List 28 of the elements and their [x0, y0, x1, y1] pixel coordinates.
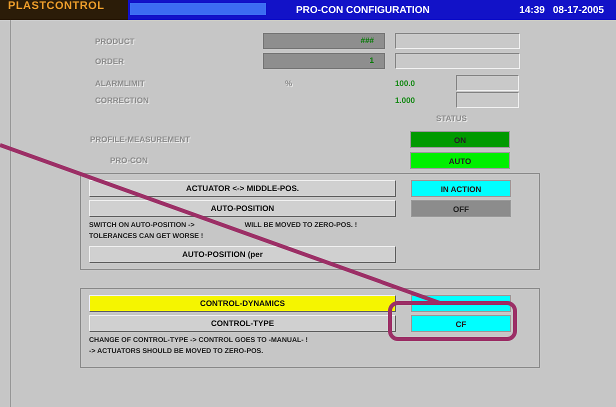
action-button[interactable]: AUTO-POSITION: [89, 200, 396, 217]
action-button[interactable]: CONTROL-DYNAMICS: [89, 295, 396, 312]
parameter-value: 1.000: [394, 96, 415, 104]
status-indicator: OFF: [411, 200, 511, 217]
date-text: 08-17-2005: [552, 4, 604, 16]
status-label: PROFILE-MEASUREMENT: [90, 135, 191, 144]
status-indicator: CF: [411, 315, 511, 332]
field-label: PRODUCT: [95, 36, 136, 46]
parameter-label: ALARMLIMIT: [95, 78, 146, 88]
action-button[interactable]: ACTUATOR <-> MIDDLE-POS.: [89, 180, 396, 197]
input-field[interactable]: [395, 53, 520, 69]
window-title: PRO-CON CONFIGURATION: [296, 4, 430, 16]
parameter-label: CORRECTION: [95, 96, 150, 104]
status-indicator: IN ACTION: [411, 180, 511, 197]
input-field[interactable]: [395, 33, 520, 49]
status-label: PRO-CON: [109, 156, 149, 165]
status-indicator: AUTO: [410, 152, 510, 169]
logo-text: PLASTCONTROL: [0, 0, 128, 20]
input-field[interactable]: [456, 75, 519, 91]
unit-label: %: [285, 78, 294, 88]
clock-time: 14:39: [519, 4, 545, 16]
field-label: ORDER: [95, 56, 125, 66]
parameter-value: 100.0: [394, 78, 415, 88]
action-button[interactable]: AUTO-POSITION (per: [89, 246, 396, 263]
status-indicator: ON: [410, 131, 510, 148]
status-heading: STATUS: [436, 114, 467, 122]
input-field[interactable]: [456, 92, 519, 108]
action-button[interactable]: CONTROL-TYPE: [89, 315, 396, 332]
